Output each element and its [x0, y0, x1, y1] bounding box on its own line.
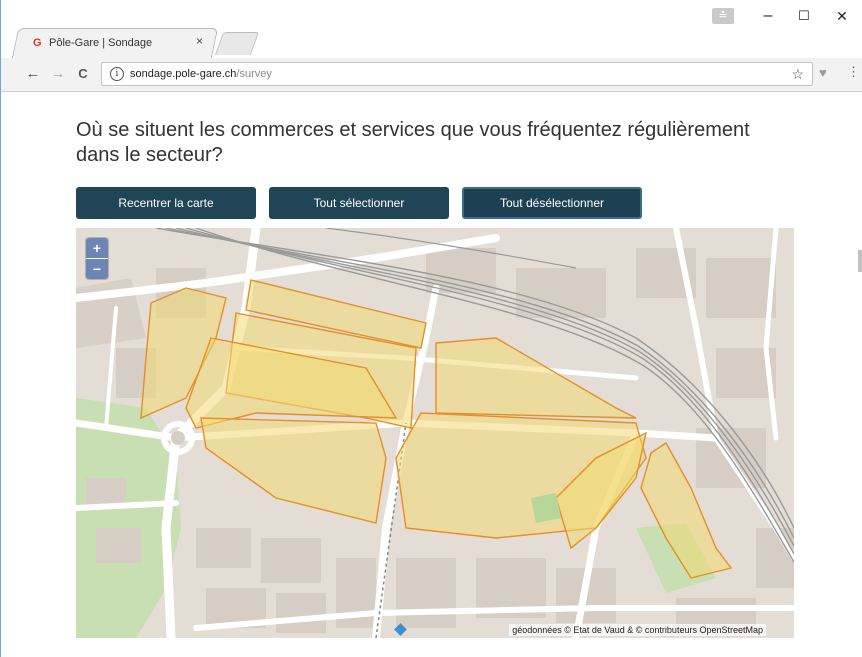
- forward-arrow-icon[interactable]: →: [48, 64, 68, 84]
- page-content: Où se situent les commerces et services …: [1, 92, 862, 657]
- tab-strip: G Pôle-Gare | Sondage × ≛ – ☐ ✕: [1, 0, 862, 58]
- browser-menu-icon[interactable]: ⋮: [847, 64, 860, 80]
- url-host: sondage.pole-gare.ch: [130, 68, 237, 80]
- minimize-button[interactable]: –: [753, 4, 783, 28]
- back-arrow-icon[interactable]: ←: [23, 64, 43, 84]
- survey-question: Où se situent les commerces et services …: [76, 119, 750, 166]
- maximize-button[interactable]: ☐: [789, 4, 819, 28]
- scrollbar-thumb[interactable]: [858, 250, 862, 272]
- favicon-icon: G: [33, 37, 42, 49]
- select-all-button[interactable]: Tout sélectionner: [269, 187, 449, 219]
- zoom-in-button[interactable]: +: [86, 238, 108, 258]
- user-profile-icon[interactable]: ≛: [712, 8, 734, 24]
- page-scrollbar[interactable]: [855, 100, 862, 657]
- site-info-icon[interactable]: i: [110, 67, 124, 81]
- tab-title: Pôle-Gare | Sondage: [49, 37, 153, 49]
- map-attribution: géodonnées © Etat de Vaud & © contribute…: [509, 624, 766, 636]
- browser-tab-content[interactable]: G Pôle-Gare | Sondage: [33, 33, 152, 53]
- new-tab-button[interactable]: [214, 32, 260, 55]
- roundabout-center: [171, 431, 185, 445]
- extension-shield-icon[interactable]: ♥: [819, 65, 827, 80]
- address-bar[interactable]: i sondage.pole-gare.ch /survey ☆: [101, 62, 813, 86]
- small-park: [531, 493, 561, 523]
- map-canvas[interactable]: [76, 228, 794, 638]
- zoom-out-button[interactable]: −: [86, 258, 108, 279]
- survey-map[interactable]: + − géodonnées © Etat de Vaud & © contri…: [76, 228, 794, 638]
- browser-window: G Pôle-Gare | Sondage × ≛ – ☐ ✕ ← → C i …: [0, 0, 862, 657]
- browser-toolbar: ← → C i sondage.pole-gare.ch /survey ☆: [1, 58, 862, 92]
- zoom-control: + −: [86, 238, 108, 279]
- close-window-button[interactable]: ✕: [827, 4, 857, 28]
- recenter-map-button[interactable]: Recentrer la carte: [76, 187, 256, 219]
- deselect-all-button[interactable]: Tout désélectionner: [462, 187, 642, 219]
- bookmark-star-icon[interactable]: ☆: [791, 66, 804, 83]
- reload-icon[interactable]: C: [73, 64, 93, 84]
- url-path: /survey: [236, 68, 272, 80]
- tab-close-icon[interactable]: ×: [196, 34, 203, 48]
